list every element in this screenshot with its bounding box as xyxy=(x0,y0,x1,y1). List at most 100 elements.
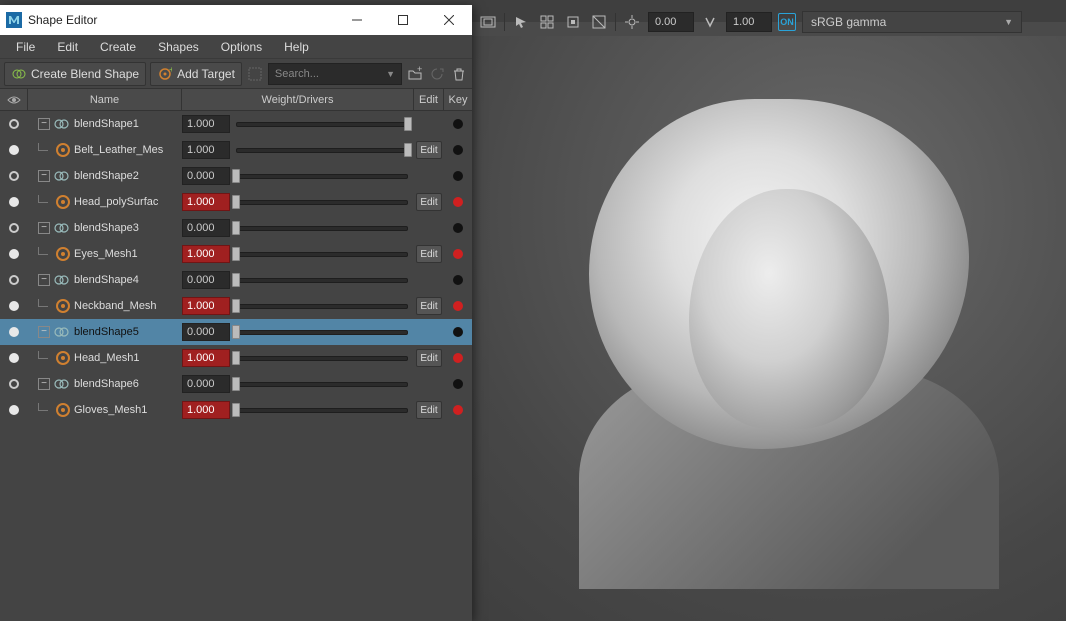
edit-button[interactable]: Edit xyxy=(416,297,442,315)
weight-slider[interactable] xyxy=(236,193,408,211)
window-titlebar[interactable]: Shape Editor xyxy=(0,5,472,35)
maximize-button[interactable] xyxy=(380,5,426,35)
menu-create[interactable]: Create xyxy=(90,37,146,57)
weight-slider[interactable] xyxy=(236,245,408,263)
blendshape-target-row[interactable]: Eyes_Mesh11.000Edit xyxy=(0,241,472,267)
gamma-icon[interactable] xyxy=(700,12,720,32)
exposure-field[interactable]: 0.00 xyxy=(648,12,694,32)
weight-slider[interactable] xyxy=(236,219,408,237)
weight-field[interactable]: 0.000 xyxy=(182,167,230,185)
visibility-toggle[interactable] xyxy=(9,119,19,129)
xray-icon[interactable] xyxy=(589,12,609,32)
close-button[interactable] xyxy=(426,5,472,35)
visibility-toggle[interactable] xyxy=(9,327,19,337)
create-blendshape-button[interactable]: Create Blend Shape xyxy=(4,62,146,86)
weight-field[interactable]: 0.000 xyxy=(182,323,230,341)
color-mgmt-toggle[interactable]: ON xyxy=(778,13,796,31)
header-name[interactable]: Name xyxy=(28,89,182,110)
visibility-toggle[interactable] xyxy=(9,353,19,363)
refresh-icon[interactable] xyxy=(428,65,446,83)
add-target-button[interactable]: + Add Target xyxy=(150,62,242,86)
key-indicator[interactable] xyxy=(453,223,463,233)
weight-slider[interactable] xyxy=(236,401,408,419)
visibility-toggle[interactable] xyxy=(9,145,19,155)
blendshape-group-row[interactable]: −blendShape11.000 xyxy=(0,111,472,137)
menu-options[interactable]: Options xyxy=(211,37,272,57)
blendshape-group-row[interactable]: −blendShape50.000 xyxy=(0,319,472,345)
key-indicator[interactable] xyxy=(453,249,463,259)
visibility-toggle[interactable] xyxy=(9,301,19,311)
weight-slider[interactable] xyxy=(236,297,408,315)
edit-button[interactable]: Edit xyxy=(416,141,442,159)
menu-help[interactable]: Help xyxy=(274,37,319,57)
snap-grid-icon[interactable] xyxy=(537,12,557,32)
visibility-toggle[interactable] xyxy=(9,223,19,233)
menu-shapes[interactable]: Shapes xyxy=(148,37,209,57)
viewport-3d[interactable] xyxy=(472,36,1066,621)
weight-slider[interactable] xyxy=(236,271,408,289)
header-weight[interactable]: Weight/Drivers xyxy=(182,89,414,110)
weight-slider[interactable] xyxy=(236,323,408,341)
weight-field[interactable]: 1.000 xyxy=(182,193,230,211)
blendshape-group-row[interactable]: −blendShape30.000 xyxy=(0,215,472,241)
weight-field[interactable]: 0.000 xyxy=(182,271,230,289)
weight-field[interactable]: 0.000 xyxy=(182,375,230,393)
edit-button[interactable]: Edit xyxy=(416,193,442,211)
select-tool-icon[interactable] xyxy=(511,12,531,32)
blendshape-target-row[interactable]: Belt_Leather_Mes1.000Edit xyxy=(0,137,472,163)
gate-mask-icon[interactable] xyxy=(478,12,498,32)
menu-file[interactable]: File xyxy=(6,37,45,57)
visibility-toggle[interactable] xyxy=(9,275,19,285)
key-indicator[interactable] xyxy=(453,327,463,337)
header-key[interactable]: Key xyxy=(444,89,472,110)
weight-field[interactable]: 1.000 xyxy=(182,401,230,419)
key-indicator[interactable] xyxy=(453,405,463,415)
header-visibility[interactable] xyxy=(0,89,28,110)
weight-field[interactable]: 1.000 xyxy=(182,245,230,263)
key-indicator[interactable] xyxy=(453,171,463,181)
key-indicator[interactable] xyxy=(453,119,463,129)
exposure-icon[interactable] xyxy=(622,12,642,32)
edit-button[interactable]: Edit xyxy=(416,401,442,419)
expander-icon[interactable]: − xyxy=(38,378,50,390)
key-indicator[interactable] xyxy=(453,379,463,389)
weight-slider[interactable] xyxy=(236,375,408,393)
visibility-toggle[interactable] xyxy=(9,405,19,415)
blendshape-group-row[interactable]: −blendShape60.000 xyxy=(0,371,472,397)
gamma-field[interactable]: 1.00 xyxy=(726,12,772,32)
key-indicator[interactable] xyxy=(453,145,463,155)
expander-icon[interactable]: − xyxy=(38,170,50,182)
new-group-icon[interactable]: + xyxy=(406,65,424,83)
key-indicator[interactable] xyxy=(453,301,463,311)
selection-filter-icon[interactable] xyxy=(246,65,264,83)
search-input[interactable]: Search... ▼ xyxy=(268,63,402,85)
weight-slider[interactable] xyxy=(236,141,408,159)
weight-slider[interactable] xyxy=(236,349,408,367)
weight-field[interactable]: 1.000 xyxy=(182,297,230,315)
visibility-toggle[interactable] xyxy=(9,171,19,181)
blendshape-group-row[interactable]: −blendShape20.000 xyxy=(0,163,472,189)
visibility-toggle[interactable] xyxy=(9,249,19,259)
header-edit[interactable]: Edit xyxy=(414,89,444,110)
trash-icon[interactable] xyxy=(450,65,468,83)
blendshape-group-row[interactable]: −blendShape40.000 xyxy=(0,267,472,293)
edit-button[interactable]: Edit xyxy=(416,349,442,367)
blendshape-target-row[interactable]: Head_polySurfac1.000Edit xyxy=(0,189,472,215)
weight-field[interactable]: 1.000 xyxy=(182,141,230,159)
menu-edit[interactable]: Edit xyxy=(47,37,88,57)
expander-icon[interactable]: − xyxy=(38,326,50,338)
edit-button[interactable]: Edit xyxy=(416,245,442,263)
visibility-toggle[interactable] xyxy=(9,379,19,389)
colorspace-dropdown[interactable]: sRGB gamma ▼ xyxy=(802,11,1022,33)
blendshape-target-row[interactable]: Gloves_Mesh11.000Edit xyxy=(0,397,472,423)
blendshape-target-row[interactable]: Neckband_Mesh1.000Edit xyxy=(0,293,472,319)
expander-icon[interactable]: − xyxy=(38,118,50,130)
key-indicator[interactable] xyxy=(453,197,463,207)
weight-field[interactable]: 1.000 xyxy=(182,349,230,367)
isolate-icon[interactable] xyxy=(563,12,583,32)
weight-field[interactable]: 1.000 xyxy=(182,115,230,133)
weight-slider[interactable] xyxy=(236,115,408,133)
visibility-toggle[interactable] xyxy=(9,197,19,207)
expander-icon[interactable]: − xyxy=(38,274,50,286)
key-indicator[interactable] xyxy=(453,353,463,363)
